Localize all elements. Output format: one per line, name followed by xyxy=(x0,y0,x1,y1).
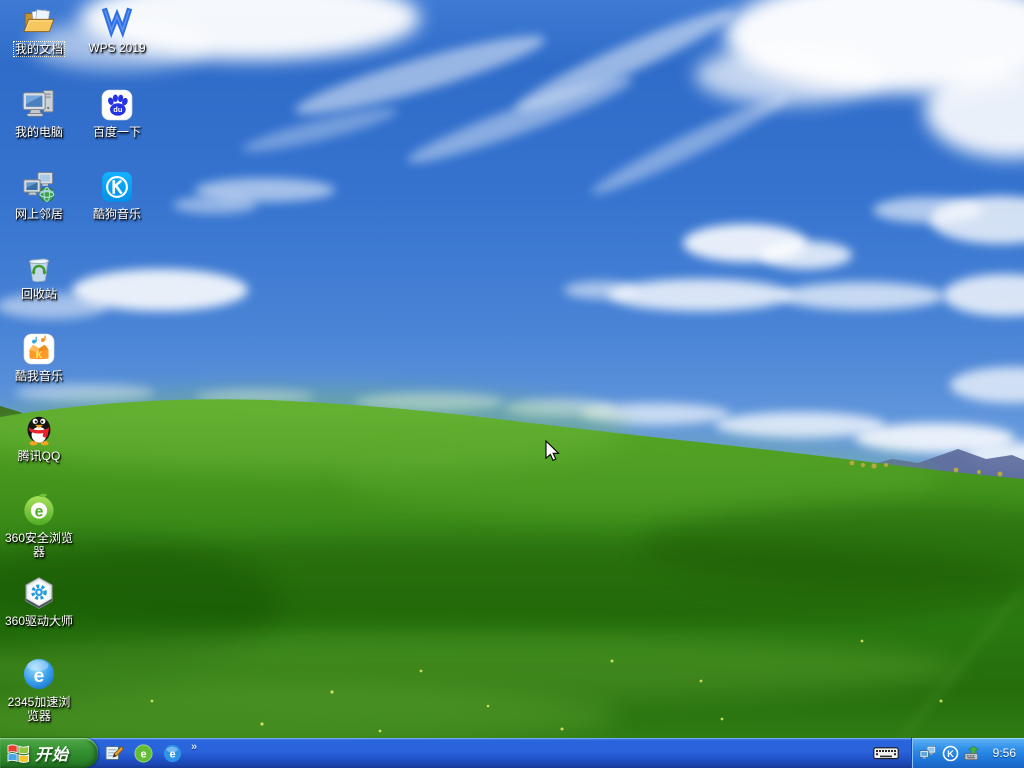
icon-label: 我的电脑 xyxy=(14,125,63,139)
360-browser-quicklaunch-icon[interactable]: e xyxy=(133,743,153,763)
icon-label: WPS 2019 xyxy=(88,41,146,55)
blue-globe-e-icon: e xyxy=(0,654,78,692)
desktop-icon-wps-2019[interactable]: WPS 2019 xyxy=(78,0,156,57)
svg-text:e: e xyxy=(34,666,45,687)
kuwo-music-box-icon: K xyxy=(0,328,78,366)
desktop-icon-kuwo-music[interactable]: K 酷我音乐 xyxy=(0,328,78,385)
network-status-icon[interactable] xyxy=(919,744,937,762)
recycle-bin-icon xyxy=(0,246,78,284)
windows-flag-icon xyxy=(7,744,30,763)
folder-documents-icon xyxy=(0,0,78,38)
icon-label: 百度一下 xyxy=(92,125,141,139)
svg-text:K: K xyxy=(36,350,43,360)
desktop-icon-360-browser[interactable]: e 360安全浏览器 xyxy=(0,490,78,561)
2345-browser-quicklaunch-icon[interactable]: e xyxy=(162,743,182,763)
kugou-k-circle-icon xyxy=(78,166,156,204)
baidu-paw-icon: du xyxy=(78,84,156,122)
desktop-icon-recycle-bin[interactable]: 回收站 xyxy=(0,246,78,303)
icon-label: 网上邻居 xyxy=(14,207,63,221)
input-method-keyboard-icon[interactable] xyxy=(868,738,904,768)
tray-clock[interactable]: 9:56 xyxy=(993,746,1016,760)
wps-w-icon xyxy=(78,0,156,38)
desktop-icon-kugou[interactable]: 酷狗音乐 xyxy=(78,166,156,223)
show-desktop-icon[interactable] xyxy=(104,743,124,763)
kugou-tray-icon[interactable]: K xyxy=(941,744,959,762)
desktop-icon-my-computer[interactable]: 我的电脑 xyxy=(0,84,78,141)
desktop-icon-tencent-qq[interactable]: 腾讯QQ xyxy=(0,408,78,465)
qq-penguin-icon xyxy=(0,408,78,446)
desktop-icon-network-places[interactable]: 网上邻居 xyxy=(0,166,78,223)
quick-launch-overflow-chevron[interactable]: » xyxy=(191,741,197,753)
icon-label: 360驱动大师 xyxy=(4,614,74,628)
quick-launch-bar: e e » xyxy=(104,738,197,768)
taskbar: 开始 e e » K 9:56 xyxy=(0,738,1024,768)
svg-text:e: e xyxy=(35,504,44,521)
desktop: 我的文档 我的电脑 网上邻居 回收站 K 酷我音乐 腾讯QQ e 360安全浏览… xyxy=(0,0,1024,738)
icon-label: 我的文档 xyxy=(12,41,65,57)
desktop-icon-2345-browser[interactable]: e 2345加速浏览器 xyxy=(0,654,78,725)
start-label: 开始 xyxy=(35,747,70,764)
system-tray: K 9:56 xyxy=(911,738,1024,768)
desktop-icon-360-driver[interactable]: 360驱动大师 xyxy=(0,573,78,630)
desktop-icon-my-documents[interactable]: 我的文档 xyxy=(0,0,78,58)
icon-label: 回收站 xyxy=(20,287,57,301)
svg-text:K: K xyxy=(947,749,954,760)
start-button[interactable]: 开始 xyxy=(0,738,98,768)
network-computers-globe-icon xyxy=(0,166,78,204)
icon-label: 酷我音乐 xyxy=(14,369,63,383)
icon-label: 酷狗音乐 xyxy=(92,207,141,221)
hardware-driver-tray-icon[interactable] xyxy=(963,744,981,762)
svg-text:e: e xyxy=(140,748,146,760)
desktop-icon-baidu[interactable]: du 百度一下 xyxy=(78,84,156,141)
computer-icon xyxy=(0,84,78,122)
icon-label: 腾讯QQ xyxy=(17,449,61,463)
green-ring-e-icon: e xyxy=(0,490,78,528)
icon-label: 360安全浏览器 xyxy=(4,531,74,559)
hexagon-gear-icon xyxy=(0,573,78,611)
icon-label: 2345加速浏览器 xyxy=(7,695,71,723)
svg-text:e: e xyxy=(169,748,175,760)
svg-text:du: du xyxy=(113,105,123,114)
